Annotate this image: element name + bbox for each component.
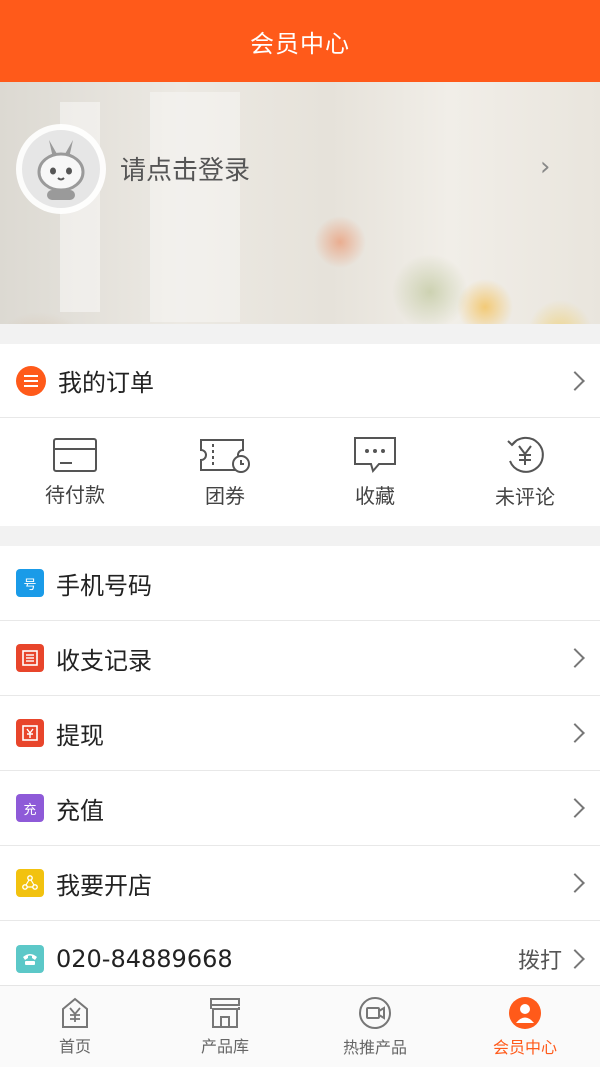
store-network-icon [16, 869, 44, 897]
menu-item-label: 提现 [56, 721, 104, 750]
bottom-tab-bar: 首页 产品库 热推产品 会员中心 [0, 985, 600, 1067]
chevron-right-icon: › [540, 152, 551, 182]
phone-number-icon: 号 [16, 569, 44, 597]
ticket-icon [200, 438, 250, 473]
tab-home[interactable]: 首页 [0, 986, 150, 1067]
menu-item-withdraw[interactable]: 提现 [0, 696, 600, 771]
chevron-right-icon [565, 798, 585, 818]
home-icon [62, 997, 88, 1028]
page-title: 会员中心 [250, 29, 350, 58]
hotline-number: 020-84889668 [56, 944, 233, 973]
tab-label: 产品库 [200, 1036, 249, 1056]
avatar[interactable] [16, 124, 106, 214]
my-orders-row[interactable]: 我的订单 [0, 344, 600, 418]
order-tab-pending-payment[interactable]: 待付款 [0, 418, 150, 526]
order-tab-label: 团券 [205, 483, 245, 508]
order-tab-unreviewed[interactable]: 未评论 [450, 418, 600, 526]
orders-list-icon [16, 365, 46, 396]
background-decoration [150, 92, 240, 322]
recharge-icon: 充 [16, 794, 44, 822]
menu-item-open-store[interactable]: 我要开店 [0, 846, 600, 921]
login-prompt[interactable]: 请点击登录 [120, 150, 250, 187]
chat-bubble-icon [354, 436, 396, 473]
telephone-icon [16, 944, 44, 973]
menu-item-recharge[interactable]: 充 充值 [0, 771, 600, 846]
shop-icon [210, 997, 240, 1028]
avatar-placeholder-icon [22, 130, 100, 208]
chevron-right-icon [565, 723, 585, 743]
menu-item-label: 充值 [56, 796, 104, 825]
tab-product-library[interactable]: 产品库 [150, 986, 300, 1067]
user-icon [509, 996, 541, 1029]
menu-item-records[interactable]: 收支记录 [0, 621, 600, 696]
member-menu-list: 号 手机号码 收支记录 提现 充 充值 我要开店 020-84889668 拨打 [0, 546, 600, 986]
tab-label: 首页 [58, 1036, 91, 1056]
order-tab-label: 未评论 [495, 484, 555, 509]
ledger-icon [16, 644, 44, 672]
yen-refresh-icon [507, 436, 544, 473]
dial-label[interactable]: 拨打 [518, 943, 562, 975]
withdraw-icon [16, 719, 44, 747]
menu-item-phone[interactable]: 号 手机号码 [0, 546, 600, 621]
camera-badge-icon [359, 996, 391, 1029]
orders-section: 我的订单 待付款 团券 收藏 未评论 [0, 344, 600, 526]
order-tab-group-coupon[interactable]: 团券 [150, 418, 300, 526]
tab-label: 会员中心 [492, 1037, 557, 1057]
menu-item-label: 我要开店 [56, 871, 152, 900]
profile-banner[interactable]: 请点击登录 › [0, 82, 600, 324]
menu-item-label: 手机号码 [56, 571, 152, 600]
tab-member-center[interactable]: 会员中心 [450, 986, 600, 1067]
tab-label: 热推产品 [342, 1037, 407, 1057]
tab-hot-products[interactable]: 热推产品 [300, 986, 450, 1067]
order-tab-favorites[interactable]: 收藏 [300, 418, 450, 526]
chevron-right-icon [565, 370, 585, 391]
order-tab-label: 待付款 [45, 482, 105, 507]
chevron-right-icon [565, 873, 585, 893]
chevron-right-icon [565, 648, 585, 668]
chevron-right-icon [565, 948, 585, 969]
card-icon [53, 437, 97, 472]
my-orders-label: 我的订单 [58, 369, 154, 397]
order-tab-label: 收藏 [355, 483, 395, 508]
top-bar: 会员中心 [0, 0, 600, 82]
menu-item-label: 收支记录 [56, 646, 152, 675]
